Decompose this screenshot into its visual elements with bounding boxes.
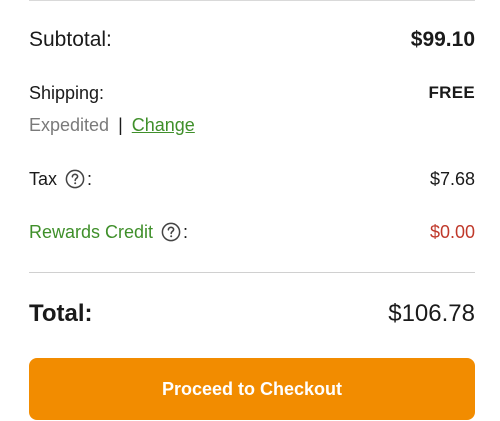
top-divider	[29, 0, 475, 1]
total-row: Total: $106.78	[29, 298, 475, 330]
total-value: $106.78	[388, 300, 475, 327]
proceed-to-checkout-button[interactable]: Proceed to Checkout	[29, 358, 475, 420]
tax-row: Tax : $7.68	[29, 166, 475, 192]
shipping-value: FREE	[428, 83, 475, 102]
shipping-label: Shipping:	[29, 82, 105, 103]
rewards-row: Rewards Credit : $0.00	[29, 219, 475, 245]
change-shipping-link[interactable]: Change	[132, 115, 195, 136]
tax-label-colon: :	[87, 168, 93, 189]
rewards-credit-value: $0.00	[429, 221, 475, 242]
subtotal-label: Subtotal:	[29, 28, 112, 51]
shipping-method-separator: |	[118, 114, 123, 135]
shipping-method-name: Expedited	[29, 114, 110, 135]
rewards-label-colon: :	[183, 221, 189, 242]
question-circle-icon[interactable]	[65, 169, 85, 189]
shipping-row: Shipping: FREE	[29, 80, 475, 106]
total-label: Total:	[29, 300, 93, 327]
question-circle-icon[interactable]	[161, 222, 181, 242]
tax-label: Tax	[29, 168, 58, 189]
total-divider	[29, 272, 475, 273]
subtotal-value: $99.10	[410, 28, 475, 51]
tax-label-group: Tax :	[29, 169, 92, 190]
shipping-method-row: Expedited | Change	[29, 112, 475, 138]
rewards-label-group: Rewards Credit :	[29, 222, 188, 243]
subtotal-row: Subtotal: $99.10	[29, 26, 475, 54]
rewards-credit-label: Rewards Credit	[29, 221, 154, 242]
tax-value: $7.68	[429, 168, 475, 189]
